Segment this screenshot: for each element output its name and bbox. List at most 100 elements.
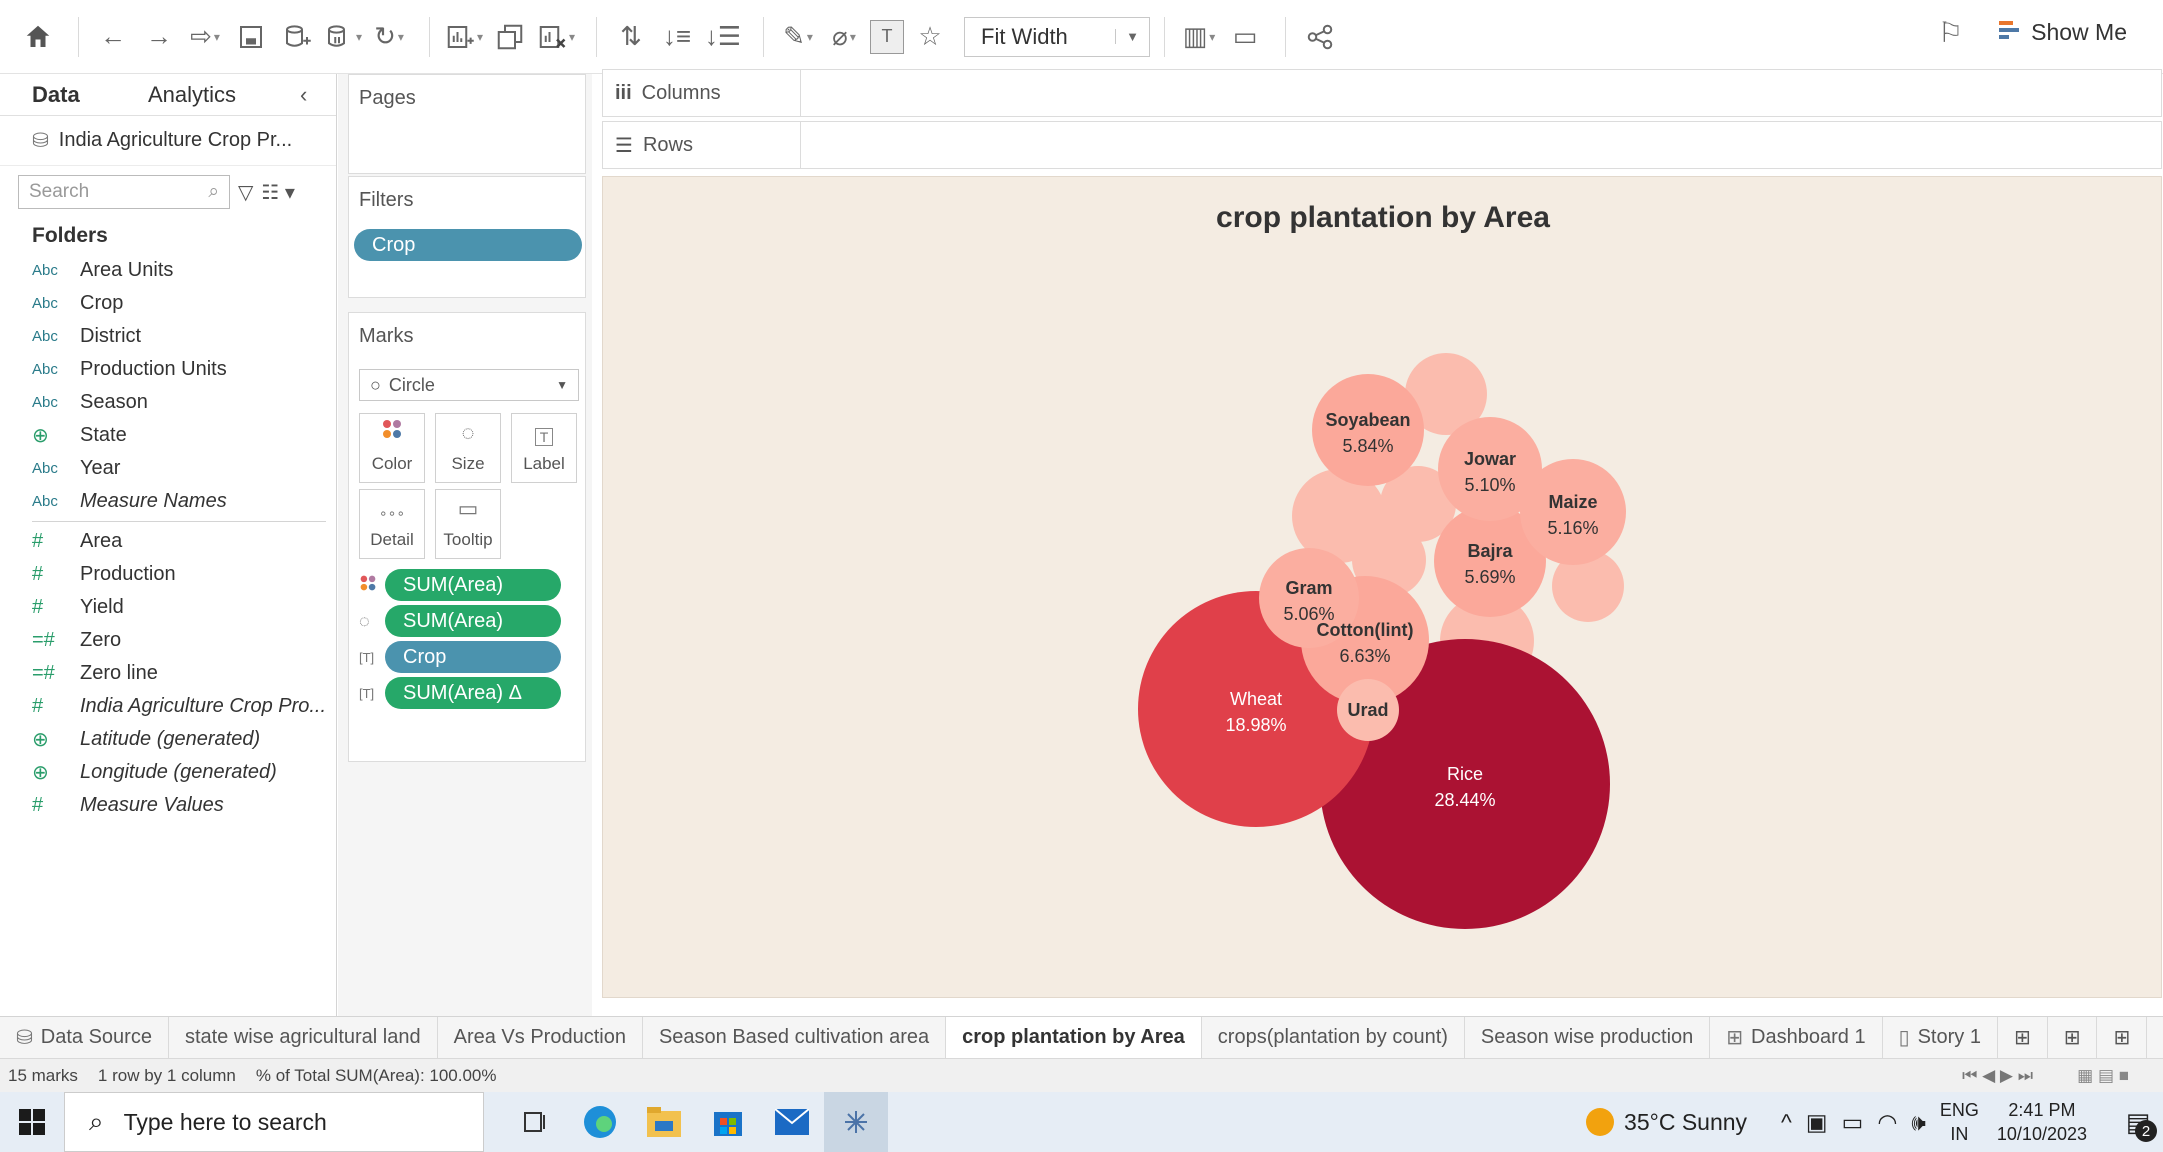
mark-type-dropdown[interactable]: ○ Circle ▼ bbox=[359, 369, 579, 401]
size-button[interactable]: ◌ Size bbox=[435, 413, 501, 483]
wifi-icon[interactable]: ◠ bbox=[1877, 1109, 1897, 1136]
sort-ascending-icon[interactable]: ↓≡ bbox=[657, 15, 697, 59]
task-view-icon[interactable] bbox=[504, 1092, 568, 1152]
view-options-icon[interactable]: ☷ ▾ bbox=[261, 180, 295, 205]
notification-button[interactable]: ▤ 2 bbox=[2113, 1092, 2163, 1152]
replay-icon[interactable]: ⇨ ▾ bbox=[185, 15, 225, 59]
bubble-soyabean[interactable] bbox=[1312, 374, 1424, 486]
sheet-tab[interactable]: ▯ Story 1 bbox=[1883, 1017, 1998, 1058]
pause-datasource-icon[interactable]: ▾ bbox=[323, 15, 363, 59]
field-item[interactable]: # Area bbox=[0, 525, 336, 558]
group-icon[interactable]: ⌀ ▾ bbox=[824, 15, 864, 59]
field-item[interactable]: Abc Year bbox=[0, 452, 336, 485]
field-item[interactable]: Abc Measure Names bbox=[0, 485, 336, 518]
weather-icon[interactable] bbox=[1586, 1108, 1615, 1136]
bubble-jowar[interactable] bbox=[1438, 417, 1542, 521]
search-input[interactable]: Search ⌕ bbox=[18, 175, 230, 209]
sheet-tab[interactable]: state wise agricultural land bbox=[169, 1017, 438, 1058]
sheet-tab-label: Area Vs Production bbox=[453, 1026, 626, 1048]
sheet-tab[interactable]: Season Based cultivation area bbox=[643, 1017, 947, 1058]
new-sheet-icon[interactable]: ⊞ bbox=[1998, 1017, 2048, 1058]
file-explorer-icon[interactable] bbox=[632, 1092, 696, 1152]
tooltip-icon: ▭ bbox=[457, 496, 479, 521]
weather-text[interactable]: 35°C Sunny bbox=[1624, 1109, 1747, 1136]
color-button[interactable]: Color bbox=[359, 413, 425, 483]
field-item[interactable]: ⊕ Longitude (generated) bbox=[0, 756, 336, 789]
field-item[interactable]: ⊕ State bbox=[0, 419, 336, 452]
filters-shelf[interactable]: Filters Crop bbox=[348, 176, 586, 298]
clear-sheet-icon[interactable]: ▾ bbox=[536, 15, 576, 59]
tab-analytics[interactable]: Analytics bbox=[128, 82, 300, 108]
save-icon[interactable] bbox=[231, 15, 271, 59]
battery-icon[interactable]: ▭ bbox=[1842, 1109, 1864, 1136]
presentation-icon[interactable]: ▭ bbox=[1225, 15, 1265, 59]
refresh-icon[interactable]: ↻ ▾ bbox=[369, 15, 409, 59]
field-item[interactable]: Abc Season bbox=[0, 386, 336, 419]
pin-icon[interactable]: ☆ bbox=[910, 15, 950, 59]
mark-pill[interactable]: SUM(Area) bbox=[385, 569, 561, 601]
new-dashboard-icon[interactable]: ⊞ bbox=[2048, 1017, 2098, 1058]
clock[interactable]: 2:41 PM 10/10/2023 bbox=[1997, 1098, 2087, 1146]
share-icon[interactable] bbox=[1300, 15, 1340, 59]
sort-descending-icon[interactable]: ↓☰ bbox=[703, 15, 743, 59]
collapse-pane-icon[interactable]: ‹ bbox=[300, 82, 307, 108]
rows-shelf[interactable]: ☰ Rows bbox=[602, 121, 2162, 169]
highlight-icon[interactable]: ✎ ▾ bbox=[778, 15, 818, 59]
mark-pill[interactable]: SUM(Area) bbox=[385, 605, 561, 637]
volume-icon[interactable]: 🕪 bbox=[1911, 1109, 1926, 1136]
windows-start-icon[interactable] bbox=[0, 1092, 64, 1152]
tableau-app-icon[interactable] bbox=[824, 1092, 888, 1152]
field-item[interactable]: # India Agriculture Crop Pro... bbox=[0, 690, 336, 723]
show-cards-icon[interactable]: ▥ ▾ bbox=[1179, 15, 1219, 59]
meet-now-icon[interactable]: ▣ bbox=[1806, 1109, 1828, 1136]
language-indicator[interactable]: ENG IN bbox=[1940, 1098, 1979, 1146]
field-item[interactable]: # Measure Values bbox=[0, 789, 336, 822]
fit-dropdown[interactable]: Fit Width ▼ bbox=[964, 16, 1150, 57]
sheet-tab[interactable]: crop plantation by Area bbox=[946, 1017, 1202, 1058]
field-item[interactable]: # Yield bbox=[0, 591, 336, 624]
field-item[interactable]: ⊕ Latitude (generated) bbox=[0, 723, 336, 756]
show-me-button[interactable]: ⚐ Show Me bbox=[1938, 16, 2127, 49]
edge-browser-icon[interactable] bbox=[568, 1092, 632, 1152]
field-name: Production bbox=[80, 563, 176, 585]
store-icon[interactable] bbox=[696, 1092, 760, 1152]
sheet-tab[interactable]: ⛁ Data Source bbox=[0, 1017, 169, 1058]
detail-button[interactable]: ∘∘∘ Detail bbox=[359, 489, 425, 559]
pages-shelf[interactable]: Pages bbox=[348, 74, 586, 174]
signpost-icon: ⚐ bbox=[1938, 17, 1964, 48]
taskbar-search-input[interactable]: ⌕ Type here to search bbox=[64, 1092, 484, 1152]
sheet-tab[interactable]: crops(plantation by count) bbox=[1202, 1017, 1465, 1058]
field-item[interactable]: =# Zero bbox=[0, 624, 336, 657]
sheet-tab[interactable]: Area Vs Production bbox=[438, 1017, 643, 1058]
filter-pill-crop[interactable]: Crop bbox=[354, 229, 582, 261]
show-labels-icon[interactable]: T bbox=[870, 19, 904, 54]
field-item[interactable]: Abc Production Units bbox=[0, 353, 336, 386]
field-item[interactable]: Abc Area Units bbox=[0, 254, 336, 287]
sheet-tab[interactable]: ⊞ Dashboard 1 bbox=[1710, 1017, 1883, 1058]
duplicate-sheet-icon[interactable] bbox=[490, 15, 530, 59]
undo-icon[interactable]: ← bbox=[93, 15, 133, 59]
new-worksheet-icon[interactable]: ▾ bbox=[444, 15, 484, 59]
new-story-icon[interactable]: ⊞ bbox=[2097, 1017, 2148, 1058]
swap-icon[interactable]: ⇅ bbox=[611, 15, 651, 59]
datasource-item[interactable]: ⛁ India Agriculture Crop Pr... bbox=[0, 116, 336, 166]
new-datasource-icon[interactable] bbox=[277, 15, 317, 59]
columns-shelf[interactable]: iii Columns bbox=[602, 69, 2162, 117]
filter-icon[interactable]: ▽ bbox=[238, 180, 253, 205]
field-item[interactable]: # Production bbox=[0, 558, 336, 591]
mark-pill[interactable]: Crop bbox=[385, 641, 561, 673]
field-item[interactable]: Abc District bbox=[0, 320, 336, 353]
tab-data[interactable]: Data bbox=[0, 82, 128, 108]
redo-icon[interactable]: → bbox=[139, 15, 179, 59]
label-button[interactable]: T Label bbox=[511, 413, 577, 483]
mail-icon[interactable] bbox=[760, 1092, 824, 1152]
home-icon[interactable] bbox=[18, 15, 58, 59]
mark-pill[interactable]: SUM(Area) Δ bbox=[385, 677, 561, 709]
field-item[interactable]: =# Zero line bbox=[0, 657, 336, 690]
tooltip-button[interactable]: ▭ Tooltip bbox=[435, 489, 501, 559]
view-mode-icon[interactable]: ▦ ▤ ■ bbox=[2077, 1066, 2129, 1086]
sheet-tab[interactable]: Season wise production bbox=[1465, 1017, 1711, 1058]
field-item[interactable]: Abc Crop bbox=[0, 287, 336, 320]
nav-arrows-icon[interactable]: ⏮ ◀ ▶ ⏭ bbox=[1962, 1066, 2033, 1086]
chevron-up-icon[interactable]: ^ bbox=[1781, 1109, 1792, 1136]
